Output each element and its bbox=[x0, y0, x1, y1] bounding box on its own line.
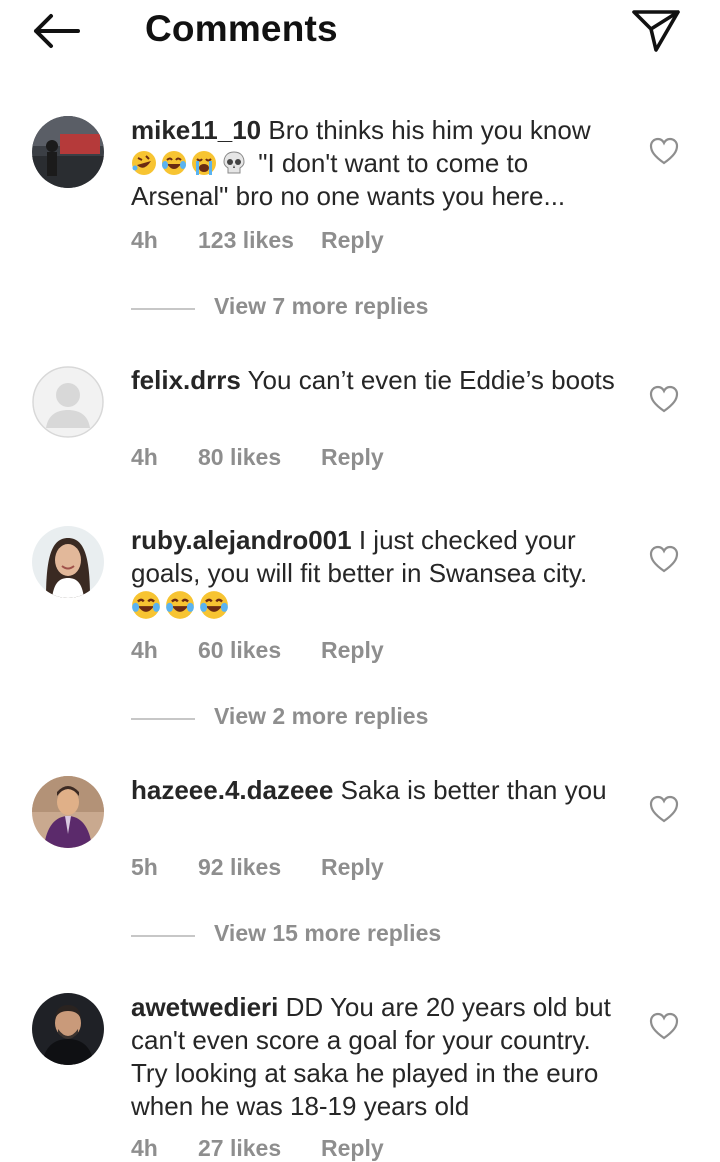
heart-icon bbox=[649, 795, 679, 823]
heart-icon bbox=[649, 545, 679, 573]
share-button[interactable] bbox=[628, 4, 684, 56]
comment-username[interactable]: ruby.alejandro001 bbox=[131, 525, 352, 555]
view-more-replies-label: View 2 more replies bbox=[214, 703, 429, 729]
comment-text-part: Saka is better than you bbox=[340, 775, 607, 805]
comment-text: awetwedieri DD You are 20 years old but … bbox=[131, 991, 631, 1123]
view-more-replies[interactable]: View 2 more replies bbox=[131, 703, 531, 733]
reply-button[interactable]: Reply bbox=[321, 444, 384, 471]
view-more-replies-label: View 15 more replies bbox=[214, 920, 442, 946]
comment-username[interactable]: hazeee.4.dazeee bbox=[131, 775, 333, 805]
avatar[interactable] bbox=[32, 116, 104, 188]
comment-username[interactable]: awetwedieri bbox=[131, 992, 278, 1022]
view-more-replies[interactable]: View 15 more replies bbox=[131, 920, 531, 950]
reply-button[interactable]: Reply bbox=[321, 854, 384, 881]
page-title: Comments bbox=[145, 8, 338, 49]
paper-plane-icon bbox=[632, 10, 680, 52]
comment-likes[interactable]: 123 likes bbox=[198, 227, 294, 254]
comment-text: hazeee.4.dazeee Saka is better than you bbox=[131, 774, 631, 807]
comment-username[interactable]: mike11_10 bbox=[131, 115, 261, 145]
comment-text: felix.drrs You can’t even tie Eddie’s bo… bbox=[131, 364, 631, 397]
reply-button[interactable]: Reply bbox=[321, 637, 384, 664]
divider bbox=[131, 308, 195, 310]
comment-likes[interactable]: 92 likes bbox=[198, 854, 281, 881]
avatar[interactable] bbox=[32, 366, 104, 438]
avatar[interactable] bbox=[32, 526, 104, 598]
divider bbox=[131, 935, 195, 937]
view-more-replies[interactable]: View 7 more replies bbox=[131, 293, 531, 323]
heart-icon bbox=[649, 1012, 679, 1040]
tears-of-joy-emoji bbox=[166, 591, 194, 619]
like-button[interactable] bbox=[648, 384, 680, 414]
avatar[interactable] bbox=[32, 993, 104, 1065]
comment-text: ruby.alejandro001 I just checked your go… bbox=[131, 524, 631, 624]
like-button[interactable] bbox=[648, 136, 680, 166]
like-button[interactable] bbox=[648, 544, 680, 574]
comment-username[interactable]: felix.drrs bbox=[131, 365, 241, 395]
comment-likes[interactable]: 80 likes bbox=[198, 444, 281, 471]
comment-text-part: Bro thinks his him you know bbox=[268, 115, 591, 145]
divider bbox=[131, 718, 195, 720]
comment-text-part: You can’t even tie Eddie’s boots bbox=[247, 365, 615, 395]
rolling-on-floor-laughing-emoji bbox=[132, 151, 156, 175]
back-button[interactable] bbox=[28, 8, 84, 54]
comment-time: 4h bbox=[131, 637, 158, 663]
comment-time: 4h bbox=[131, 444, 158, 470]
avatar[interactable] bbox=[32, 776, 104, 848]
heart-icon bbox=[649, 385, 679, 413]
reply-button[interactable]: Reply bbox=[321, 227, 384, 254]
heart-icon bbox=[649, 137, 679, 165]
comment-likes[interactable]: 60 likes bbox=[198, 637, 281, 664]
arrow-left-icon bbox=[34, 14, 80, 48]
comment-time: 4h bbox=[131, 227, 158, 253]
view-more-replies-label: View 7 more replies bbox=[214, 293, 429, 319]
header-bar: Comments bbox=[0, 0, 720, 62]
like-button[interactable] bbox=[648, 794, 680, 824]
loudly-crying-emoji bbox=[192, 151, 216, 175]
comment-text: mike11_10 Bro thinks his him you know "I bbox=[131, 114, 631, 213]
tears-of-joy-emoji bbox=[200, 591, 228, 619]
tears-of-joy-emoji bbox=[162, 151, 186, 175]
tears-of-joy-emoji bbox=[132, 591, 160, 619]
like-button[interactable] bbox=[648, 1011, 680, 1041]
skull-emoji bbox=[223, 151, 245, 174]
comment-time: 5h bbox=[131, 854, 158, 880]
